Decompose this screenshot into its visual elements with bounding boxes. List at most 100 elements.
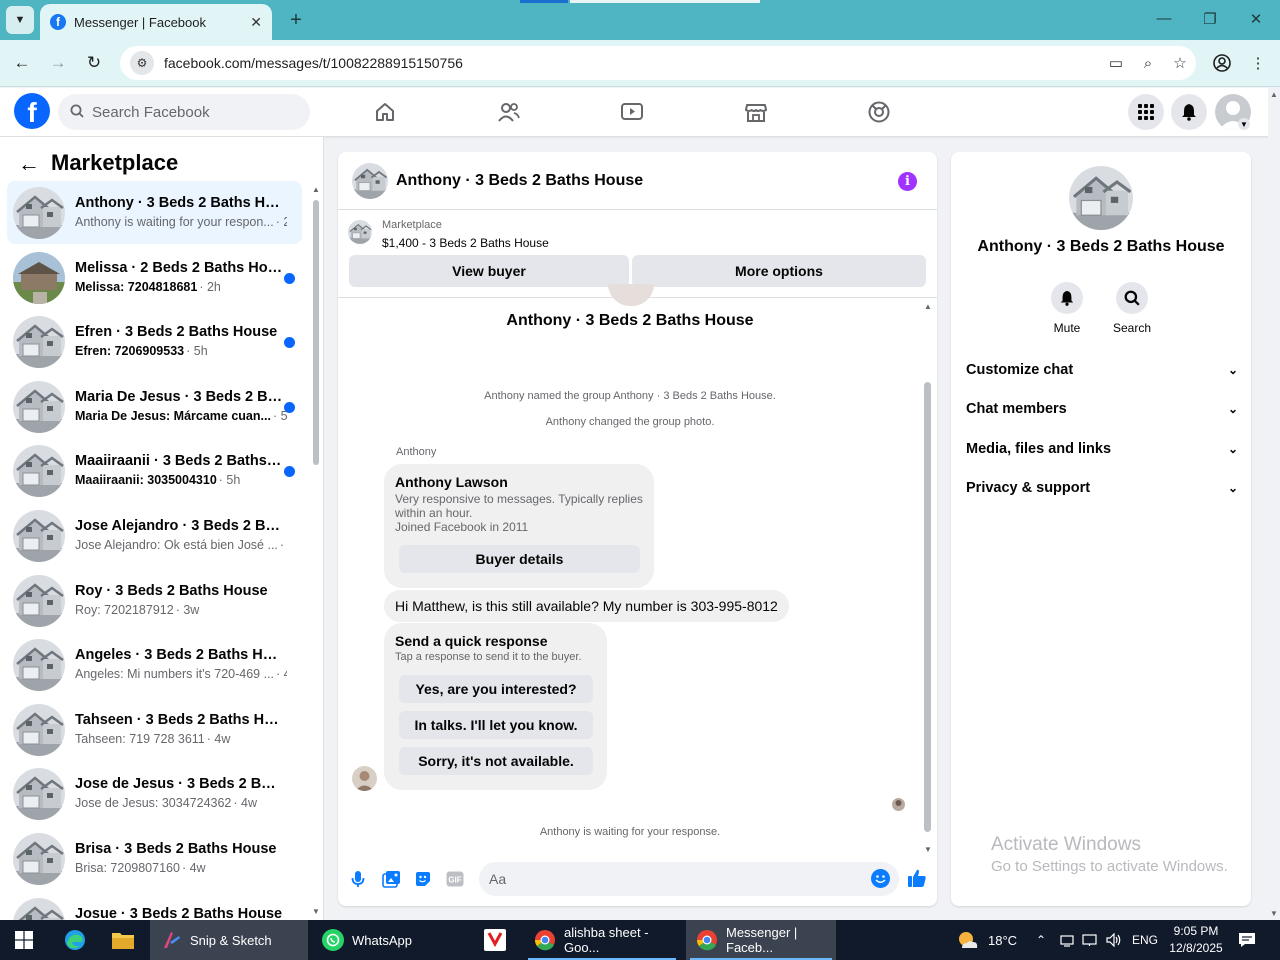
search-action[interactable]: Search — [1102, 282, 1162, 335]
install-app-icon[interactable]: ▭ — [1100, 54, 1132, 72]
chat-title[interactable]: Anthony · 3 Beds 2 Baths House — [396, 172, 643, 190]
customize-chat-section[interactable]: Customize chat ⌄ — [966, 358, 1238, 382]
conversation-item[interactable]: Anthony · 3 Beds 2 Baths House Anthony is… — [7, 181, 302, 244]
gif-icon[interactable]: GIF — [445, 869, 465, 889]
scroll-up-arrow[interactable]: ▲ — [312, 185, 320, 194]
listing-thumbnail[interactable] — [348, 220, 372, 244]
volume-icon[interactable] — [1106, 920, 1122, 960]
conversation-info-icon[interactable]: i — [898, 172, 917, 191]
listing-price-title[interactable]: $1,400 - 3 Beds 2 Baths House — [382, 236, 549, 250]
scroll-up-arrow[interactable]: ▲ — [1268, 90, 1280, 99]
profile-icon[interactable] — [1211, 52, 1233, 74]
reload-button[interactable]: ↻ — [83, 52, 105, 74]
forward-button[interactable]: → — [47, 52, 69, 74]
account-chevron-icon[interactable]: ▼ — [1238, 118, 1250, 130]
back-button[interactable]: ← — [11, 52, 33, 74]
conversation-item[interactable]: Josue · 3 Beds 2 Baths House — [7, 892, 302, 920]
more-options-button[interactable]: More options — [632, 255, 926, 287]
friends-icon[interactable] — [494, 98, 524, 126]
chat-scrollbar[interactable]: ▲ ▼ — [922, 302, 934, 854]
browser-menu-icon[interactable]: ⋮ — [1247, 52, 1269, 74]
conversation-details-panel: Anthony · 3 Beds 2 Baths House Mute Sear… — [951, 152, 1251, 906]
conversation-item[interactable]: Jose de Jesus · 3 Beds 2 Baths H... Jose … — [7, 762, 302, 825]
scroll-down-arrow[interactable]: ▼ — [922, 845, 934, 854]
conversation-item[interactable]: Efren · 3 Beds 2 Baths House Efren: 72069… — [7, 310, 302, 373]
notifications-bell-icon[interactable] — [1171, 94, 1207, 130]
conversation-scrollbar[interactable]: ▲ ▼ — [312, 185, 320, 920]
facebook-logo[interactable]: f — [14, 93, 50, 129]
new-tab-button[interactable]: + — [284, 8, 308, 32]
emoji-icon[interactable] — [871, 869, 890, 888]
thumbs-up-icon[interactable] — [906, 867, 928, 889]
back-arrow-icon[interactable]: ← — [18, 151, 40, 177]
privacy-support-section[interactable]: Privacy & support ⌄ — [966, 476, 1238, 500]
mute-action[interactable]: Mute — [1037, 282, 1097, 335]
conversation-item[interactable]: Tahseen · 3 Beds 2 Baths House Tahseen: 7… — [7, 698, 302, 761]
site-info-icon[interactable]: ⚙ — [130, 51, 154, 75]
microphone-icon[interactable] — [348, 869, 368, 889]
conversation-item[interactable]: Roy · 3 Beds 2 Baths House Roy: 720218791… — [7, 569, 302, 632]
buyer-details-button[interactable]: Buyer details — [399, 545, 640, 573]
scroll-down-arrow[interactable]: ▼ — [1268, 909, 1280, 918]
message-input-box[interactable] — [479, 862, 899, 896]
taskbar-whatsapp[interactable]: WhatsApp — [312, 920, 462, 960]
conversation-item[interactable]: Melissa · 2 Beds 2 Baths House Melissa: 7… — [7, 246, 302, 309]
taskbar-chrome-messenger[interactable]: Messenger | Faceb... — [686, 920, 836, 960]
zoom-icon[interactable]: ⌕ — [1132, 55, 1164, 72]
page-scrollbar[interactable]: ▲ ▼ — [1268, 88, 1280, 920]
message-input[interactable] — [489, 871, 849, 887]
address-bar[interactable]: ⚙ facebook.com/messages/t/10082288915150… — [120, 46, 1196, 80]
scrollbar-thumb[interactable] — [313, 200, 319, 465]
search-input[interactable] — [92, 103, 292, 121]
sender-avatar[interactable] — [352, 766, 377, 791]
conversation-photo[interactable] — [1069, 166, 1133, 230]
facebook-search[interactable] — [58, 94, 310, 130]
photo-attach-icon[interactable] — [381, 869, 401, 889]
gaming-icon[interactable] — [864, 98, 894, 126]
file-explorer-icon[interactable] — [102, 920, 144, 960]
quick-reply-yes-button[interactable]: Yes, are you interested? — [399, 675, 593, 703]
home-icon[interactable] — [370, 98, 400, 126]
network-share-icon[interactable] — [1060, 920, 1074, 960]
start-button[interactable] — [0, 920, 48, 960]
vidmate-app-icon[interactable] — [472, 920, 518, 960]
conversation-item[interactable]: Maaiiraanii · 3 Beds 2 Baths H... Maaiira… — [7, 439, 302, 502]
conversation-item[interactable]: Brisa · 3 Beds 2 Baths House Brisa: 72098… — [7, 827, 302, 890]
show-hidden-icons[interactable]: ⌃ — [1036, 920, 1046, 960]
quick-reply-in-talks-button[interactable]: In talks. I'll let you know. — [399, 711, 593, 739]
close-window-button[interactable]: ✕ — [1246, 10, 1266, 28]
taskbar-chrome-sheet[interactable]: alishba sheet - Goo... — [524, 920, 680, 960]
chrome-icon — [534, 929, 556, 951]
minimize-button[interactable]: — — [1154, 10, 1174, 27]
message-bubble[interactable]: Hi Matthew, is this still available? My … — [384, 590, 789, 622]
conversation-item[interactable]: Angeles · 3 Beds 2 Baths House Angeles: M… — [7, 633, 302, 696]
scroll-down-arrow[interactable]: ▼ — [312, 907, 320, 916]
sticker-icon[interactable] — [413, 869, 433, 889]
wifi-icon[interactable] — [1082, 920, 1098, 960]
browser-tab[interactable]: f Messenger | Facebook ✕ — [40, 4, 272, 40]
bookmark-star-icon[interactable]: ☆ — [1164, 54, 1196, 72]
weather-widget[interactable]: 18°C — [956, 920, 1017, 960]
quick-reply-not-available-button[interactable]: Sorry, it's not available. — [399, 747, 593, 775]
edge-browser-icon[interactable] — [54, 920, 96, 960]
restore-button[interactable]: ❐ — [1200, 10, 1220, 28]
conversation-preview: Jose de Jesus: 3034724362 — [75, 796, 232, 811]
input-language[interactable]: ENG — [1132, 920, 1158, 960]
watch-video-icon[interactable] — [617, 98, 647, 126]
system-clock[interactable]: 9:05 PM 12/8/2025 — [1164, 923, 1228, 957]
scrollbar-thumb[interactable] — [924, 382, 931, 832]
close-tab-icon[interactable]: ✕ — [250, 14, 262, 31]
chat-members-section[interactable]: Chat members ⌄ — [966, 397, 1238, 421]
conversation-item[interactable]: Jose Alejandro · 3 Beds 2 Baths ... Jose … — [7, 504, 302, 567]
scroll-up-arrow[interactable]: ▲ — [922, 302, 934, 311]
action-center-icon[interactable] — [1238, 920, 1256, 960]
url-text[interactable]: facebook.com/messages/t/1008228891515075… — [164, 55, 1100, 71]
menu-grid-icon[interactable] — [1128, 94, 1164, 130]
taskbar-snip-sketch[interactable]: Snip & Sketch — [150, 920, 308, 960]
view-buyer-button[interactable]: View buyer — [349, 255, 629, 287]
conversation-item[interactable]: Maria De Jesus · 3 Beds 2 Bath... Maria D… — [7, 375, 302, 438]
marketplace-icon[interactable] — [741, 98, 771, 126]
media-files-links-section[interactable]: Media, files and links ⌄ — [966, 437, 1238, 461]
tab-search-button[interactable]: ▼ — [6, 6, 34, 34]
chat-avatar[interactable] — [352, 163, 388, 199]
